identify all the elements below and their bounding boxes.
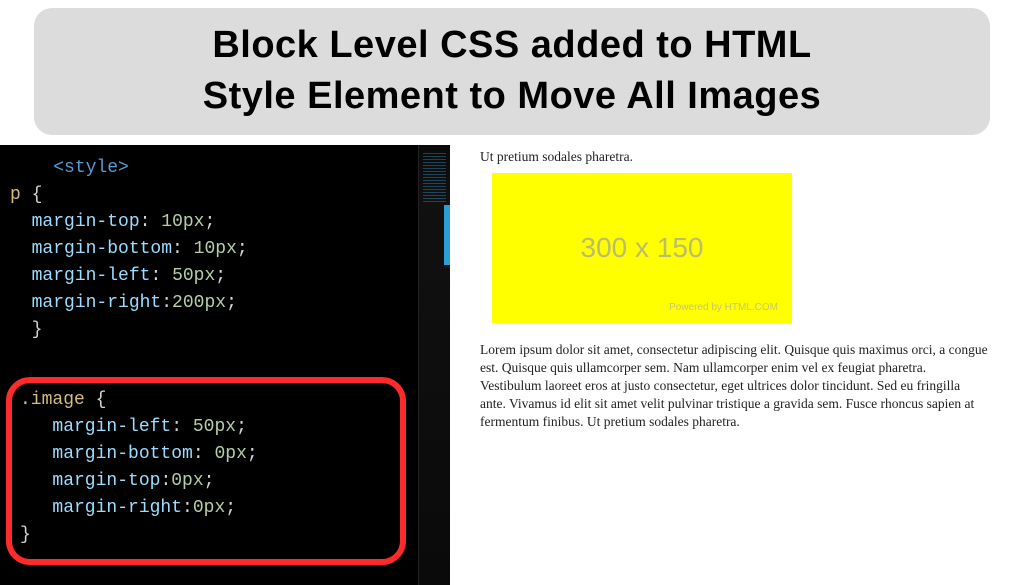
title-line-2: Style Element to Move All Images xyxy=(203,75,822,117)
code-line: margin-bottom: 10px; xyxy=(10,236,450,263)
code-line: margin-left: 50px; xyxy=(10,263,450,290)
code-line: margin-bottom: 0px; xyxy=(20,441,392,468)
placeholder-credit: Powered by HTML.COM xyxy=(669,302,778,313)
code-editor-panel: <style> p { margin-top: 10px; margin-bot… xyxy=(0,145,450,585)
code-line: } xyxy=(20,522,392,549)
preview-text-fragment: Ut pretium sodales pharetra. xyxy=(480,149,988,165)
code-line: } xyxy=(10,317,450,344)
code-line: margin-top:0px; xyxy=(20,468,392,495)
placeholder-image: 300 x 150 Powered by HTML.COM xyxy=(492,173,792,323)
code-line: p { xyxy=(10,182,450,209)
browser-preview-panel: Ut pretium sodales pharetra. 300 x 150 P… xyxy=(450,145,1024,585)
title-banner: Block Level CSS added to HTML Style Elem… xyxy=(34,8,990,135)
code-line xyxy=(10,344,450,371)
editor-minimap xyxy=(418,145,450,585)
placeholder-dimensions: 300 x 150 xyxy=(581,232,704,264)
code-line: .image { xyxy=(20,387,392,414)
code-line: margin-right:0px; xyxy=(20,495,392,522)
page-title: Block Level CSS added to HTML Style Elem… xyxy=(54,20,970,123)
code-line: margin-left: 50px; xyxy=(20,414,392,441)
code-line: margin-top: 10px; xyxy=(10,209,450,236)
highlight-callout: .image { margin-left: 50px; margin-botto… xyxy=(6,377,406,565)
code-line: <style> xyxy=(10,155,450,182)
minimap-scrollbar[interactable] xyxy=(444,205,450,265)
code-line: margin-right:200px; xyxy=(10,290,450,317)
preview-lorem-paragraph: Lorem ipsum dolor sit amet, consectetur … xyxy=(480,341,988,432)
content-row: <style> p { margin-top: 10px; margin-bot… xyxy=(0,145,1024,585)
style-tag-open: <style> xyxy=(53,158,129,178)
title-line-1: Block Level CSS added to HTML xyxy=(212,24,811,66)
